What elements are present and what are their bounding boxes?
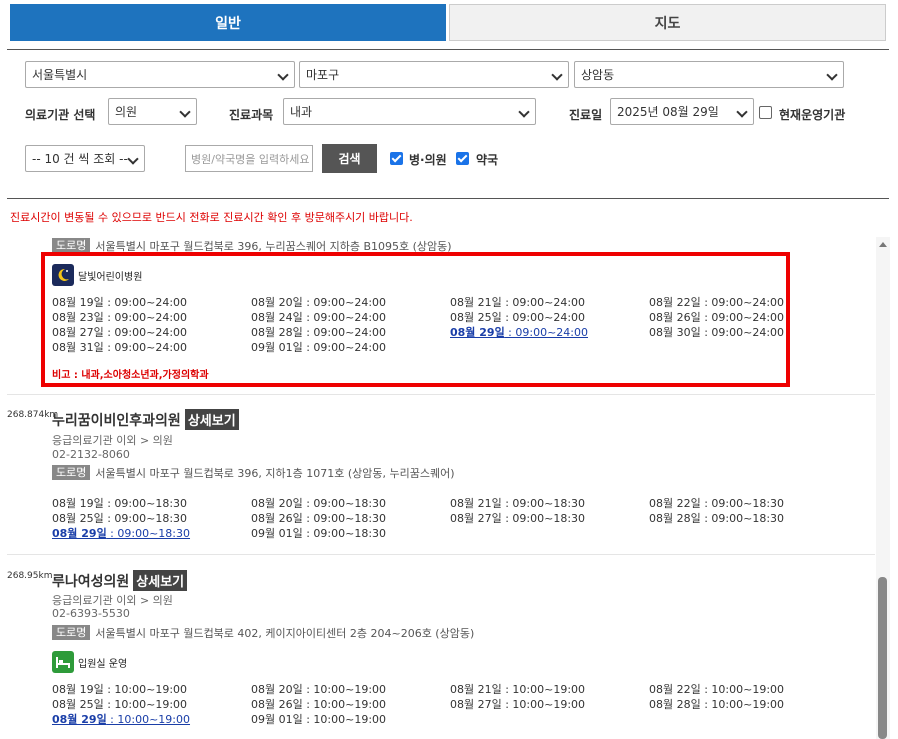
schedule-row: 08월 29일 : 09:00~18:30 09월 01일 : 09:00~18:… — [52, 525, 852, 540]
road-address: 도로명 서울특별시 마포구 월드컵북로 396, 지하1층 1071호 (상암동,… — [52, 465, 455, 480]
city-select[interactable]: 서울특별시 — [25, 61, 295, 88]
schedule-cell: 08월 26일 : 09:00~18:30 — [251, 511, 387, 525]
schedule-cell: 08월 25일 : 10:00~19:00 — [52, 697, 188, 711]
schedule-cell: 08월 22일 : 09:00~18:30 — [649, 496, 785, 510]
hospital-name: 누리꿈이비인후과의원 상세보기 — [52, 409, 239, 430]
schedule-cell: 08월 27일 : 10:00~19:00 — [450, 697, 586, 711]
road-tag: 도로명 — [52, 238, 91, 253]
road-tag: 도로명 — [52, 465, 91, 480]
schedule-cell: 08월 28일 : 10:00~19:00 — [649, 697, 785, 711]
tab-general[interactable]: 일반 — [10, 4, 446, 41]
schedule-cell: 09월 01일 : 09:00~18:30 — [251, 526, 387, 540]
hospital-checkbox[interactable] — [390, 152, 403, 165]
schedule-row: 08월 19일 : 09:00~18:30 08월 20일 : 09:00~18:… — [52, 495, 852, 510]
schedule-cell: 08월 21일 : 09:00~18:30 — [450, 496, 586, 510]
page-size-select[interactable]: -- 10 건 씩 조회 -- — [25, 145, 145, 172]
schedule-grid: 08월 19일 : 10:00~19:00 08월 20일 : 10:00~19:… — [52, 681, 852, 726]
schedule-cell: 08월 27일 : 09:00~18:30 — [450, 511, 586, 525]
open-now-label: 현재운영기관 — [779, 108, 846, 122]
hospital-name: 루나여성의원 상세보기 — [52, 570, 188, 591]
institution-select[interactable]: 의원 — [108, 98, 197, 125]
tab-map[interactable]: 지도 — [449, 4, 886, 41]
page-size-select-value: -- 10 건 씩 조회 -- — [32, 152, 128, 166]
district-select[interactable]: 마포구 — [299, 61, 569, 88]
search-button[interactable]: 검색 — [322, 144, 377, 173]
tab-bar: 일반 지도 — [10, 4, 886, 41]
schedule-cell: 08월 26일 : 10:00~19:00 — [251, 697, 387, 711]
phone: 02-2132-8060 — [52, 448, 130, 461]
detail-button[interactable]: 상세보기 — [133, 570, 188, 591]
road-address: 도로명 서울특별시 마포구 월드컵북로 402, 케이지아이티센터 2층 204~… — [52, 625, 474, 640]
institution-select-value: 의원 — [115, 105, 138, 119]
category: 응급의료기관 이외 > 의원 — [52, 434, 173, 447]
feature-inpatient: 입원실 운영 — [52, 651, 127, 673]
schedule-grid: 08월 19일 : 09:00~18:30 08월 20일 : 09:00~18:… — [52, 495, 852, 540]
search-input[interactable]: 병원/약국명을 입력하세요 — [185, 145, 313, 172]
road-address: 도로명 서울특별시 마포구 월드컵북로 396, 누리꿈스퀘어 지하층 B1095… — [52, 238, 452, 253]
category: 응급의료기관 이외 > 의원 — [52, 594, 173, 607]
filter-panel: 서울특별시 마포구 상암동 의료기관 선택 의원 진료과목 내과 진료일 202… — [7, 49, 889, 199]
scroll-thumb[interactable] — [878, 577, 887, 739]
schedule-row: 08월 29일 : 10:00~19:00 09월 01일 : 10:00~19:… — [52, 711, 852, 726]
search-placeholder: 병원/약국명을 입력하세요 — [191, 152, 310, 166]
institution-label: 의료기관 선택 — [25, 108, 96, 122]
schedule-cell: 08월 28일 : 09:00~18:30 — [649, 511, 785, 525]
dong-select-value: 상암동 — [581, 68, 615, 82]
schedule-cell: 08월 20일 : 09:00~18:30 — [251, 496, 387, 510]
divider — [7, 394, 875, 395]
date-label: 진료일 — [569, 108, 603, 122]
distance: 268.95km — [7, 571, 53, 581]
date-select-value: 2025년 08월 29일 — [617, 105, 719, 119]
schedule-row: 08월 19일 : 10:00~19:00 08월 20일 : 10:00~19:… — [52, 681, 852, 696]
detail-button[interactable]: 상세보기 — [184, 409, 239, 430]
address-text: 서울특별시 마포구 월드컵북로 402, 케이지아이티센터 2층 204~206… — [95, 626, 475, 640]
schedule-cell: 09월 01일 : 10:00~19:00 — [251, 712, 387, 726]
schedule-row: 08월 25일 : 10:00~19:00 08월 26일 : 10:00~19:… — [52, 696, 852, 711]
phone: 02-6393-5530 — [52, 607, 130, 620]
address-text: 서울특별시 마포구 월드컵북로 396, 지하1층 1071호 (상암동, 누리… — [95, 466, 455, 480]
distance: 268.874km — [7, 410, 59, 420]
schedule-cell: 08월 19일 : 09:00~18:30 — [52, 496, 188, 510]
department-select[interactable]: 내과 — [283, 98, 536, 125]
pharmacy-checkbox[interactable] — [456, 152, 469, 165]
feature-label: 입원실 운영 — [78, 658, 128, 670]
schedule-cell: 08월 19일 : 10:00~19:00 — [52, 682, 188, 696]
divider — [7, 554, 875, 555]
hospital-name-text: 루나여성의원 — [52, 573, 130, 590]
schedule-cell: 08월 22일 : 10:00~19:00 — [649, 682, 785, 696]
hospital-name-text: 누리꿈이비인후과의원 — [52, 412, 181, 429]
department-select-value: 내과 — [290, 105, 313, 119]
hospital-checkbox-label: 병·의원 — [409, 153, 447, 167]
scrollbar[interactable] — [876, 237, 890, 739]
city-select-value: 서울특별시 — [32, 68, 88, 82]
date-select[interactable]: 2025년 08월 29일 — [610, 98, 754, 125]
department-label: 진료과목 — [229, 108, 274, 122]
schedule-cell: 08월 20일 : 10:00~19:00 — [251, 682, 387, 696]
district-select-value: 마포구 — [306, 68, 340, 82]
open-now-checkbox[interactable] — [759, 106, 772, 119]
schedule-cell: 08월 21일 : 10:00~19:00 — [450, 682, 586, 696]
bed-icon — [52, 651, 74, 673]
scroll-up-arrow-icon[interactable] — [879, 242, 887, 247]
schedule-row: 08월 25일 : 09:00~18:30 08월 26일 : 09:00~18:… — [52, 510, 852, 525]
road-tag: 도로명 — [52, 625, 91, 640]
highlight-box — [41, 252, 790, 387]
dong-select[interactable]: 상암동 — [574, 61, 844, 88]
schedule-cell-today: 08월 29일 : 09:00~18:30 — [52, 526, 191, 540]
warning-message: 진료시간이 변동될 수 있으므로 반드시 전화로 진료시간 확인 후 방문해주시… — [10, 211, 413, 224]
pharmacy-checkbox-label: 약국 — [476, 153, 499, 167]
schedule-cell: 08월 25일 : 09:00~18:30 — [52, 511, 188, 525]
schedule-cell-today: 08월 29일 : 10:00~19:00 — [52, 712, 191, 726]
